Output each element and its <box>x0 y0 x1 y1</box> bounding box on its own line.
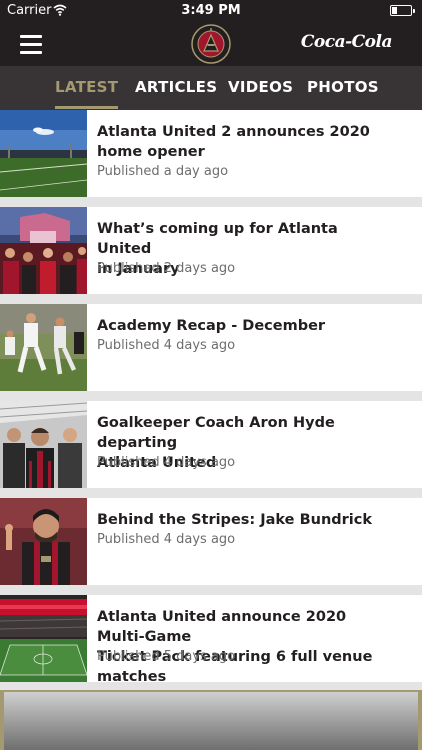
news-published: Published 4 days ago <box>97 338 236 353</box>
battery-level <box>392 7 397 14</box>
news-title: Academy Recap - December <box>97 318 326 334</box>
news-card[interactable]: Academy Recap - December Published 4 day… <box>0 304 422 391</box>
tab-articles-label: ARTICLES <box>135 78 218 96</box>
news-card[interactable]: What’s coming up for Atlanta United in Ja… <box>0 207 422 294</box>
clock: 3:49 PM <box>181 3 241 18</box>
academy-match-photo <box>0 304 87 391</box>
supporter-photo <box>0 498 87 585</box>
nav-bar: A Coca-Cola <box>0 22 422 66</box>
sponsor-logo: Coca-Cola <box>300 32 393 52</box>
fans-photo <box>0 207 87 294</box>
news-card[interactable]: Atlanta United announce 2020 Multi-Game T… <box>0 595 422 685</box>
news-published: Published 5 days ago <box>97 649 236 664</box>
featured-photo-card[interactable] <box>0 690 422 750</box>
tab-videos[interactable]: VIDEOS <box>228 66 293 110</box>
tab-videos-label: VIDEOS <box>228 78 294 96</box>
news-card[interactable]: Atlanta United 2 announces 2020 home open… <box>0 110 422 197</box>
tab-latest[interactable]: LATEST <box>55 66 119 110</box>
battery-icon <box>390 5 415 16</box>
stadium-photo <box>0 110 87 197</box>
news-published: Published 2 days ago <box>97 261 236 276</box>
news-published: Published a day ago <box>97 164 229 179</box>
tab-latest-label: LATEST <box>55 78 119 96</box>
featured-photo <box>4 692 418 750</box>
hamburger-menu-icon[interactable] <box>20 34 42 54</box>
club-crest-logo[interactable]: A <box>191 24 231 64</box>
news-published: Published 4 days ago <box>97 455 236 470</box>
status-bar: Carrier 3:49 PM <box>0 0 422 22</box>
stadium-bowl-photo <box>0 595 87 682</box>
tab-photos[interactable]: PHOTOS <box>307 66 379 110</box>
tab-photos-label: PHOTOS <box>307 78 379 96</box>
news-card[interactable]: Goalkeeper Coach Aron Hyde departing Atla… <box>0 401 422 488</box>
coach-photo <box>0 401 87 488</box>
news-card[interactable]: Behind the Stripes: Jake Bundrick Publis… <box>0 498 422 585</box>
news-published: Published 4 days ago <box>97 532 236 547</box>
news-title: Atlanta United announce 2020 Multi-Game T… <box>97 609 373 685</box>
active-tab-indicator <box>55 106 119 109</box>
tab-articles[interactable]: ARTICLES <box>135 66 217 110</box>
content-tabs: LATEST ARTICLES VIDEOS PHOTOS <box>0 66 422 110</box>
news-title: Atlanta United 2 announces 2020 home open… <box>97 124 370 160</box>
news-title: Behind the Stripes: Jake Bundrick <box>97 512 373 528</box>
